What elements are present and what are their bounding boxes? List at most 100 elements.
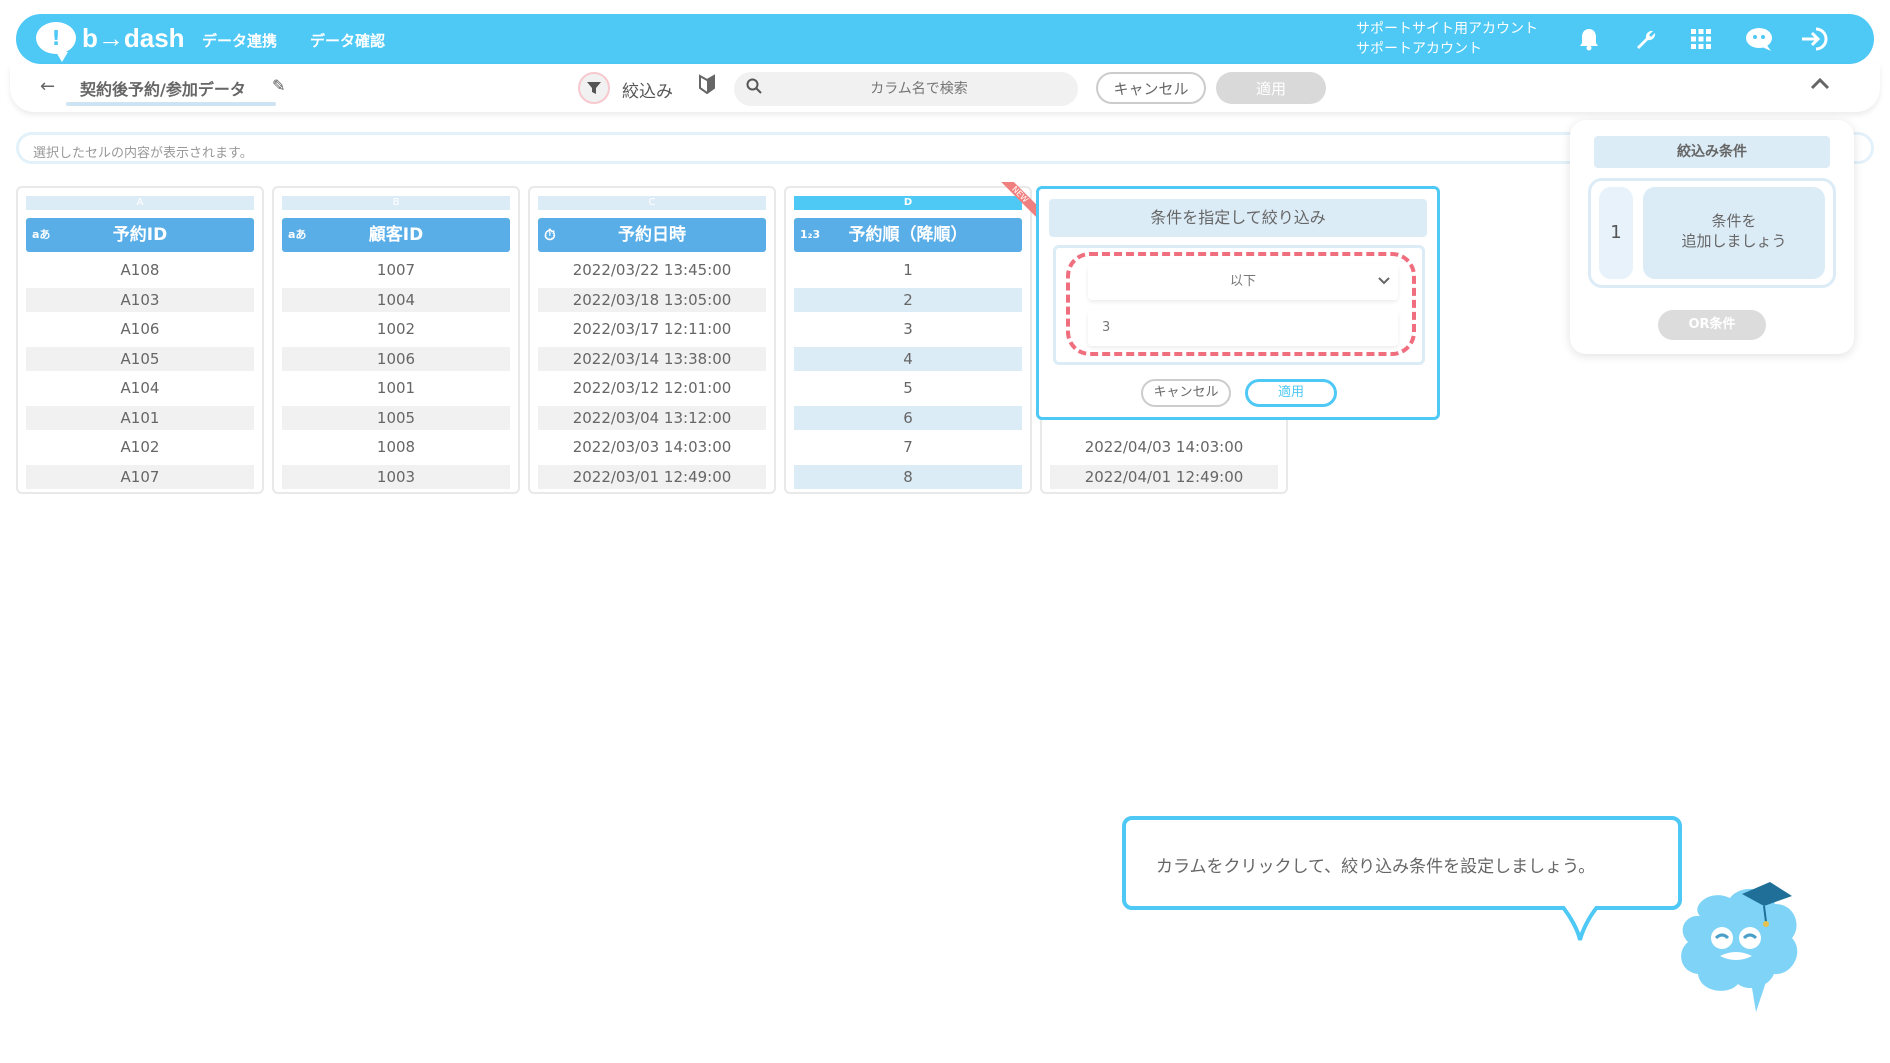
table-cell[interactable]: A102 <box>26 435 254 459</box>
apply-button[interactable]: 適用 <box>1216 72 1326 104</box>
timer-icon: ⏱ <box>544 226 556 244</box>
column-header[interactable]: 1₂3 予約順（降順） <box>794 218 1022 252</box>
table-cell[interactable]: 2022/04/01 12:49:00 <box>1050 464 1278 489</box>
column-card-d[interactable]: D NEW 1₂3 予約順（降順） 1 2 3 4 5 6 7 8 <box>784 182 1036 494</box>
table-cell[interactable]: A105 <box>26 346 254 371</box>
filter-label: 絞込み <box>622 82 673 102</box>
popup-cancel-button[interactable]: キャンセル <box>1141 379 1231 407</box>
table-cell[interactable]: A106 <box>26 317 254 341</box>
popup-title: 条件を指定して絞り込み <box>1049 199 1427 237</box>
top-navigation-bar: ! b→dash データ連携 データ確認 サポートサイト用アカウント サポートア… <box>16 14 1874 64</box>
filter-condition-popup: 条件を指定して絞り込み 以下 3 キャンセル 適用 <box>1036 186 1440 420</box>
pencil-icon[interactable]: ✎ <box>272 76 285 95</box>
column-header[interactable]: ⏱ 予約日時 <box>538 218 766 252</box>
column-card-b[interactable]: B aあ 顧客ID 1007 1004 1002 1006 1001 1005 … <box>272 186 520 494</box>
condition-value-input[interactable]: 3 <box>1088 310 1398 346</box>
table-cell[interactable]: 1008 <box>282 435 510 459</box>
column-name: 予約順（降順） <box>848 225 968 245</box>
table-cell[interactable]: A107 <box>26 464 254 489</box>
column-card-a[interactable]: A aあ 予約ID A108 A103 A106 A105 A104 A101 … <box>16 186 264 494</box>
table-cell[interactable]: 1002 <box>282 317 510 341</box>
table-cell[interactable]: A103 <box>26 287 254 312</box>
group-number: 1 <box>1599 187 1633 279</box>
new-badge-text: NEW <box>996 182 1036 219</box>
column-card-c[interactable]: C ⏱ 予約日時 2022/03/22 13:45:00 2022/03/18 … <box>528 186 776 494</box>
table-cell[interactable]: 2 <box>794 287 1022 312</box>
grid-icon[interactable] <box>1686 24 1716 54</box>
nav-data-integration[interactable]: データ連携 <box>202 30 277 51</box>
table-cell[interactable]: 1001 <box>282 376 510 400</box>
operator-select[interactable]: 以下 <box>1088 264 1398 300</box>
or-condition-button[interactable]: OR条件 <box>1658 310 1766 340</box>
highlight-outline: 以下 3 <box>1066 252 1416 356</box>
table-cell[interactable]: 2022/03/14 13:38:00 <box>538 346 766 371</box>
table-cell[interactable]: 2022/03/04 13:12:00 <box>538 405 766 430</box>
table-cell[interactable]: 4 <box>794 346 1022 371</box>
account-sub: サポートアカウント <box>1356 41 1482 57</box>
table-cell[interactable]: 3 <box>794 317 1022 341</box>
chevron-up-icon[interactable] <box>1808 72 1832 103</box>
cancel-button[interactable]: キャンセル <box>1096 72 1206 104</box>
table-cell[interactable]: A101 <box>26 405 254 430</box>
logo[interactable]: ! b→dash <box>36 22 185 62</box>
logo-text: b→dash <box>82 22 185 53</box>
logout-icon[interactable] <box>1800 24 1830 54</box>
table-cell[interactable]: 2022/03/17 12:11:00 <box>538 317 766 341</box>
table-cell[interactable]: 7 <box>794 435 1022 459</box>
column-letter: B <box>282 196 510 210</box>
back-arrow-icon[interactable]: ← <box>40 76 55 97</box>
page-title: 契約後予約/参加データ <box>80 80 246 99</box>
table-cell[interactable]: 1006 <box>282 346 510 371</box>
column-header[interactable]: aあ 顧客ID <box>282 218 510 252</box>
table-cell[interactable]: 1003 <box>282 464 510 489</box>
bell-icon[interactable] <box>1574 24 1604 54</box>
table-cell[interactable]: 2022/03/18 13:05:00 <box>538 287 766 312</box>
nav-data-check[interactable]: データ確認 <box>310 30 385 51</box>
column-letter: D <box>794 196 1022 210</box>
column-search[interactable] <box>734 72 1078 106</box>
table-cell[interactable]: 2022/04/03 14:03:00 <box>1050 435 1278 459</box>
number-type-icon: 1₂3 <box>800 228 821 241</box>
condition-group: 1 条件を 追加しましょう <box>1588 178 1836 288</box>
text-type-icon: aあ <box>288 228 307 241</box>
column-letter: A <box>26 196 254 210</box>
table-cell[interactable]: 5 <box>794 376 1022 400</box>
column-name: 予約ID <box>112 225 168 245</box>
table-cell[interactable]: A104 <box>26 376 254 400</box>
operator-value: 以下 <box>1229 274 1256 289</box>
column-header[interactable]: aあ 予約ID <box>26 218 254 252</box>
table-cell[interactable]: 2022/03/01 12:49:00 <box>538 464 766 489</box>
chevron-down-icon <box>1378 264 1390 300</box>
column-letter: C <box>538 196 766 210</box>
filter-conditions-panel: 絞込み条件 1 条件を 追加しましょう OR条件 <box>1570 120 1854 354</box>
beginner-mark-icon[interactable] <box>698 74 716 99</box>
tooltip-text: カラムをクリックして、絞り込み条件を設定しましょう。 <box>1156 857 1596 877</box>
table-cell[interactable]: A108 <box>26 258 254 282</box>
column-name: 予約日時 <box>618 225 686 245</box>
table-cell[interactable]: 1005 <box>282 405 510 430</box>
logo-bubble-icon: ! <box>36 22 76 62</box>
table-cell[interactable]: 1 <box>794 258 1022 282</box>
column-search-input[interactable] <box>774 72 1064 106</box>
table-cell[interactable]: 2022/03/03 14:03:00 <box>538 435 766 459</box>
add-condition-line2: 追加しましょう <box>1681 232 1787 250</box>
chat-icon[interactable] <box>1744 24 1774 54</box>
table-cell[interactable]: 6 <box>794 405 1022 430</box>
add-condition-line1: 条件を <box>1711 212 1757 230</box>
text-type-icon: aあ <box>32 228 51 241</box>
filter-button[interactable] <box>578 72 610 104</box>
account-name: サポートサイト用アカウント <box>1356 21 1538 37</box>
new-badge: NEW <box>996 182 1036 222</box>
table-cell[interactable]: 2022/03/22 13:45:00 <box>538 258 766 282</box>
popup-apply-button[interactable]: 適用 <box>1245 379 1337 407</box>
table-cell[interactable]: 1007 <box>282 258 510 282</box>
column-name: 顧客ID <box>368 225 424 245</box>
wrench-icon[interactable] <box>1630 24 1660 54</box>
condition-box: 以下 3 <box>1053 245 1425 365</box>
account-info[interactable]: サポートサイト用アカウント サポートアカウント <box>1356 19 1538 59</box>
add-condition-slot[interactable]: 条件を 追加しましょう <box>1643 187 1825 279</box>
selected-cell-placeholder: 選択したセルの内容が表示されます。 <box>33 146 253 161</box>
table-cell[interactable]: 1004 <box>282 287 510 312</box>
table-cell[interactable]: 2022/03/12 12:01:00 <box>538 376 766 400</box>
table-cell[interactable]: 8 <box>794 464 1022 489</box>
